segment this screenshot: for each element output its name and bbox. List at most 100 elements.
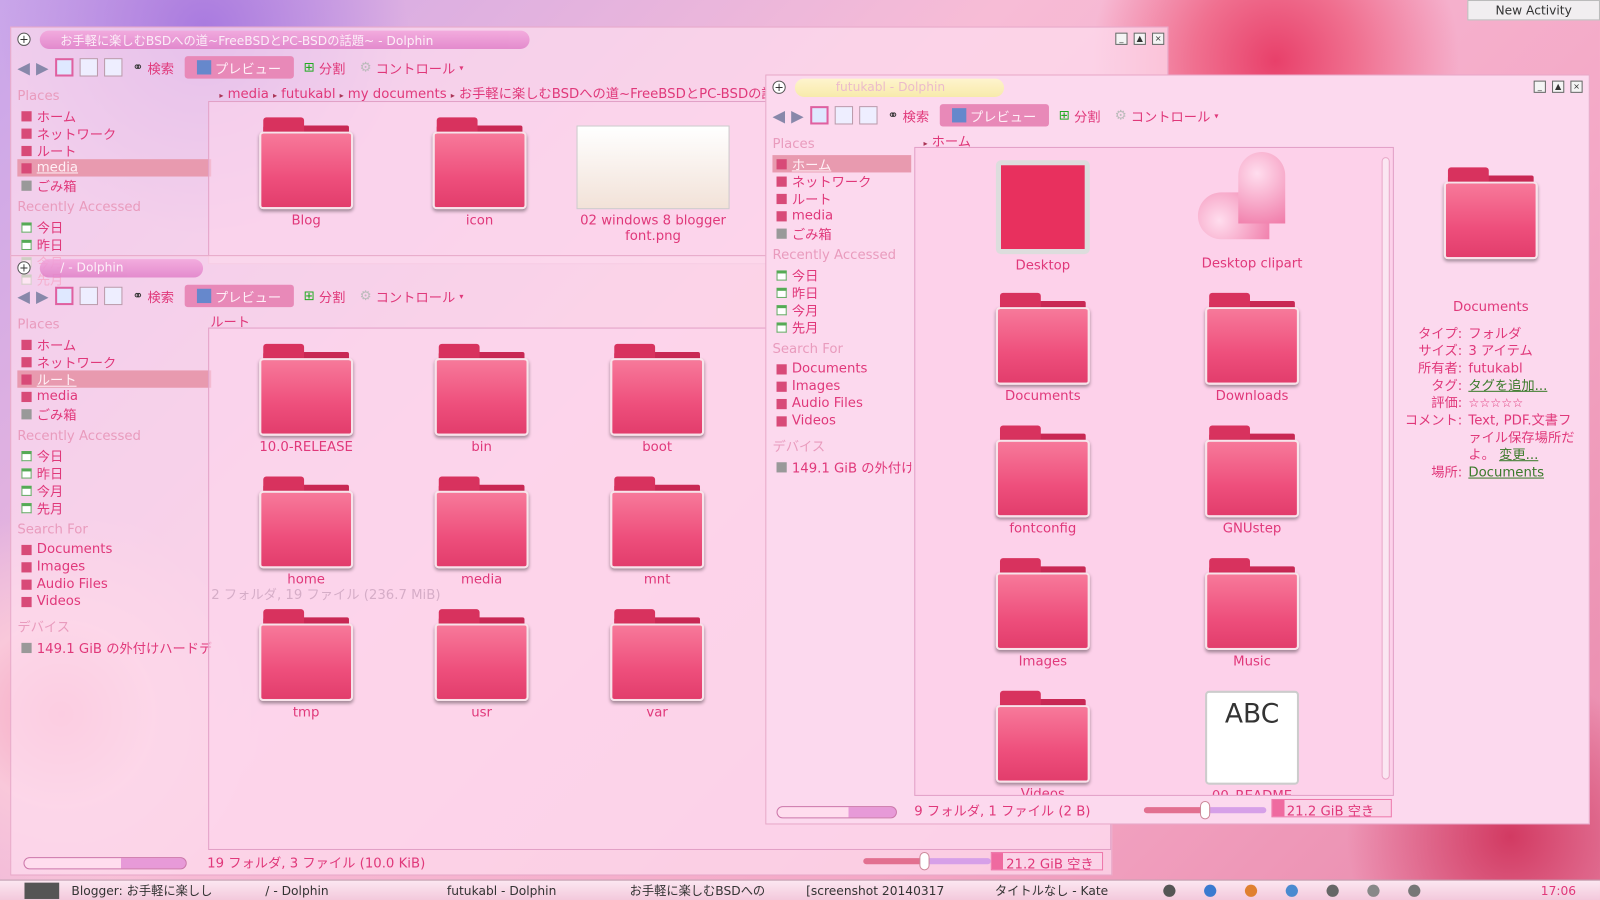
forward-icon[interactable]: ▶ bbox=[36, 58, 49, 77]
icons-view-button[interactable] bbox=[54, 286, 74, 306]
split-button[interactable]: ⊞ 分割 bbox=[300, 56, 350, 78]
new-activity-button[interactable]: New Activity bbox=[1467, 0, 1600, 21]
file-item[interactable]: fontconfig bbox=[966, 425, 1119, 537]
compact-view-button[interactable] bbox=[858, 106, 878, 125]
file-item[interactable]: mnt bbox=[581, 476, 734, 588]
taskbar-task[interactable]: / - Dolphin bbox=[265, 883, 438, 899]
sidebar-item[interactable]: 今月 bbox=[772, 301, 911, 318]
taskbar-task[interactable]: タイトルなし - Kate bbox=[995, 883, 1168, 899]
file-item[interactable]: Downloads bbox=[1176, 292, 1329, 404]
sidebar-item[interactable]: media bbox=[17, 159, 212, 177]
preview-button[interactable]: プレビュー bbox=[184, 56, 294, 79]
horizontal-scrollbar[interactable] bbox=[776, 806, 897, 819]
horizontal-scrollbar[interactable] bbox=[23, 857, 187, 870]
tray-icon-1[interactable] bbox=[1163, 884, 1176, 897]
icons-view-button[interactable] bbox=[809, 106, 829, 125]
file-item[interactable]: media bbox=[405, 476, 558, 588]
sidebar-item[interactable]: 今日 bbox=[772, 266, 911, 284]
battery-icon[interactable] bbox=[1408, 884, 1421, 897]
details-view-button[interactable] bbox=[834, 106, 853, 125]
sidebar-item[interactable]: Audio Files bbox=[17, 576, 211, 593]
file-item[interactable]: Images bbox=[966, 558, 1119, 669]
breadcrumb-item[interactable]: media bbox=[228, 87, 269, 102]
sidebar-item[interactable]: Images bbox=[772, 378, 911, 395]
sidebar-item[interactable]: ルート bbox=[17, 370, 212, 388]
zoom-slider[interactable] bbox=[1143, 801, 1267, 820]
sidebar-item[interactable]: ルート bbox=[17, 142, 211, 159]
sidebar-item[interactable]: 昨日 bbox=[772, 284, 911, 301]
sidebar-item[interactable]: ごみ箱 bbox=[17, 177, 211, 194]
sidebar-item[interactable]: 先月 bbox=[772, 318, 911, 336]
file-item[interactable]: bin bbox=[405, 343, 558, 455]
taskbar-task[interactable]: Blogger: お手軽に楽しし bbox=[71, 883, 244, 899]
sidebar-item[interactable]: 今月 bbox=[17, 482, 211, 499]
sidebar-item[interactable]: Documents bbox=[17, 541, 211, 558]
info-value[interactable]: Documents bbox=[1468, 465, 1544, 480]
file-item[interactable]: Documents bbox=[966, 292, 1119, 404]
add-icon[interactable]: + bbox=[772, 80, 786, 94]
search-button[interactable]: ⚭ 検索 bbox=[883, 104, 933, 126]
sidebar-item[interactable]: media bbox=[17, 388, 211, 405]
minimize-button[interactable]: _ bbox=[1533, 80, 1546, 93]
file-item[interactable]: usr bbox=[405, 609, 558, 720]
file-item[interactable]: Blog bbox=[230, 117, 383, 229]
sidebar-item[interactable]: Videos bbox=[17, 593, 211, 610]
file-item[interactable]: 10.0-RELEASE bbox=[230, 343, 383, 455]
sidebar-item[interactable]: ルート bbox=[772, 190, 911, 207]
minimize-button[interactable]: _ bbox=[1115, 32, 1128, 45]
zoom-slider[interactable] bbox=[863, 852, 991, 871]
sidebar-item[interactable]: ホーム bbox=[17, 336, 211, 353]
maximize-button[interactable]: ▲ bbox=[1133, 32, 1146, 45]
sidebar-item[interactable]: ネットワーク bbox=[772, 172, 911, 190]
sidebar-item-device[interactable]: 149.1 GiB の外付け bbox=[772, 458, 911, 476]
compact-view-button[interactable] bbox=[103, 58, 123, 77]
file-item[interactable]: Music bbox=[1176, 558, 1329, 669]
sidebar-item[interactable]: 昨日 bbox=[17, 464, 211, 482]
compact-view-button[interactable] bbox=[103, 286, 123, 306]
info-value[interactable]: タグを追加... bbox=[1468, 379, 1547, 394]
sidebar-item[interactable]: 今日 bbox=[17, 447, 211, 464]
icons-view-button[interactable] bbox=[54, 58, 74, 77]
sidebar-item[interactable]: media bbox=[772, 207, 911, 224]
taskbar-task[interactable]: futukabl - Dolphin bbox=[447, 883, 620, 899]
clock[interactable]: 17:06 bbox=[1541, 883, 1576, 899]
split-button[interactable]: ⊞ 分割 bbox=[1055, 104, 1105, 126]
back-icon[interactable]: ◀ bbox=[772, 106, 785, 125]
volume-icon[interactable] bbox=[1326, 884, 1339, 897]
file-item[interactable]: GNUstep bbox=[1176, 425, 1329, 537]
preview-button[interactable]: プレビュー bbox=[184, 284, 294, 308]
file-item[interactable]: home bbox=[230, 476, 383, 588]
file-item[interactable]: boot bbox=[581, 343, 734, 455]
sidebar-item-device[interactable]: 149.1 GiB の外付けハードデ bbox=[17, 639, 211, 656]
file-item[interactable]: tmp bbox=[230, 609, 383, 720]
search-button[interactable]: ⚭ 検索 bbox=[128, 56, 178, 78]
search-button[interactable]: ⚭ 検索 bbox=[128, 285, 178, 307]
breadcrumb-item[interactable]: futukabl bbox=[281, 87, 335, 102]
close-button[interactable]: × bbox=[1152, 32, 1165, 45]
add-icon[interactable]: + bbox=[17, 261, 31, 275]
forward-icon[interactable]: ▶ bbox=[36, 286, 49, 305]
file-item[interactable]: icon bbox=[403, 117, 556, 229]
sidebar-item[interactable]: 先月 bbox=[17, 499, 211, 516]
taskbar-task[interactable]: お手軽に楽しむBSDへの bbox=[630, 883, 803, 899]
details-view-button[interactable] bbox=[79, 286, 98, 306]
taskbar-task[interactable]: [screenshot 20140317 bbox=[806, 883, 979, 899]
sidebar-item[interactable]: ネットワーク bbox=[17, 353, 211, 370]
sidebar-item[interactable]: Audio Files bbox=[772, 395, 911, 412]
control-button[interactable]: ⚙ コントロール ▾ bbox=[356, 56, 468, 78]
vertical-scrollbar[interactable] bbox=[1381, 157, 1390, 780]
details-view-button[interactable] bbox=[79, 58, 98, 77]
add-icon[interactable]: + bbox=[17, 32, 31, 46]
tray-icon-3[interactable] bbox=[1244, 884, 1258, 897]
sidebar-item[interactable]: ホーム bbox=[772, 155, 912, 173]
sidebar-item[interactable]: Documents bbox=[772, 360, 911, 377]
close-button[interactable]: × bbox=[1570, 80, 1583, 93]
sidebar-item[interactable]: Videos bbox=[772, 412, 911, 429]
network-icon[interactable] bbox=[1367, 884, 1380, 897]
sidebar-item[interactable]: Images bbox=[17, 558, 211, 575]
bluetooth-icon[interactable] bbox=[1285, 884, 1298, 897]
control-button[interactable]: ⚙ コントロール ▾ bbox=[1111, 104, 1223, 126]
sidebar-item[interactable]: 今日 bbox=[17, 218, 211, 236]
breadcrumb-item[interactable]: お手軽に楽しむBSDへの道~FreeBSDとPC-BSDの話題~ bbox=[459, 87, 799, 102]
tray-icon-2[interactable] bbox=[1204, 884, 1217, 897]
